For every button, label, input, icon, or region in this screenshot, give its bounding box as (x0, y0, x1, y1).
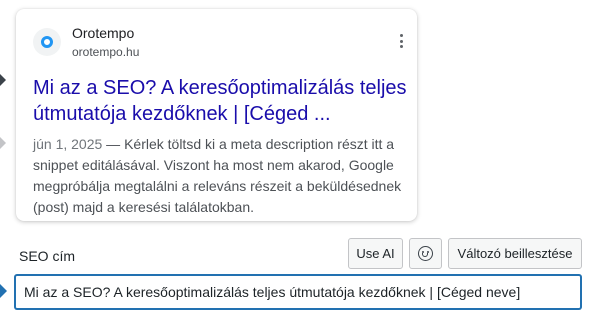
seo-title-input[interactable] (15, 275, 581, 309)
smiley-icon (418, 246, 433, 261)
snippet-date: jún 1, 2025 (33, 136, 103, 152)
site-name: Orotempo (72, 25, 135, 41)
more-vertical-icon (397, 33, 405, 49)
insert-variable-button[interactable]: Változó beillesztése (448, 238, 582, 269)
site-favicon-icon (33, 28, 61, 56)
snippet-title[interactable]: Mi az a SEO? A keresőoptimalizálás telje… (33, 75, 407, 127)
emoji-picker-button[interactable] (409, 238, 442, 269)
site-url: orotempo.hu (72, 45, 140, 59)
google-snippet-preview[interactable]: Orotempo orotempo.hu Mi az a SEO? A kere… (16, 9, 417, 221)
seo-title-label: SEO cím (19, 248, 76, 264)
collapse-arrow-icon (0, 74, 6, 86)
snippet-description[interactable]: jún 1, 2025 — Kérlek töltsd ki a meta de… (33, 134, 409, 218)
focus-arrow-icon (0, 284, 7, 298)
collapse-arrow-icon (0, 137, 6, 149)
snippet-date-separator: — (102, 136, 125, 152)
use-ai-button[interactable]: Use AI (348, 238, 403, 269)
